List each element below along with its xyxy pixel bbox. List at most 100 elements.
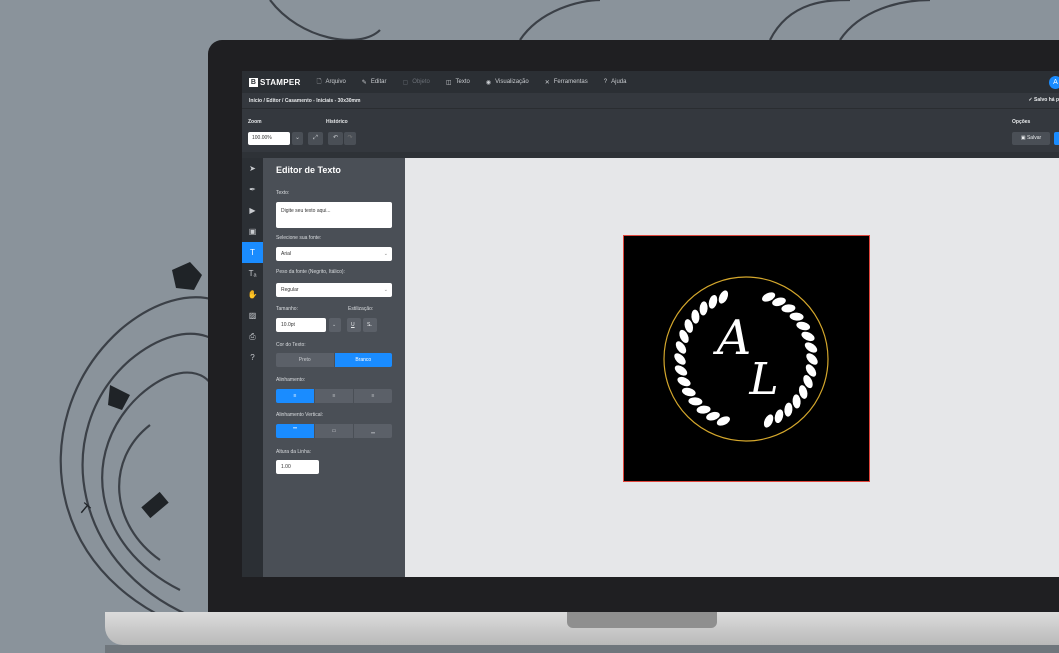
undo-button[interactable]: ↶ xyxy=(328,132,343,145)
weight-value: Regular xyxy=(281,287,299,293)
valign-label: Alinhamento Vertical: xyxy=(276,412,323,418)
color-option-preto[interactable]: Preto xyxy=(276,353,334,367)
wreath-leaf xyxy=(674,365,688,376)
design-canvas[interactable]: A L xyxy=(405,158,1059,577)
wreath-leaf xyxy=(708,294,718,309)
chevron-down-icon: ⌄ xyxy=(383,251,388,257)
pen-tool-icon[interactable]: ✒ xyxy=(242,179,263,200)
expand-icon: ⤢ xyxy=(313,135,318,141)
wreath-leaf xyxy=(688,397,703,406)
wreath-leaf xyxy=(677,376,691,387)
color-option-branco[interactable]: Branco xyxy=(333,353,392,367)
font-label: Selecione sua fonte: xyxy=(276,235,322,241)
wreath-leaf xyxy=(801,331,815,342)
tools-icon: ✕ xyxy=(544,79,550,86)
menu-item-label: Objeto xyxy=(412,79,430,85)
redo-button[interactable]: ↷ xyxy=(344,132,356,145)
frame-tool-icon[interactable]: ▣ xyxy=(242,221,263,242)
zoom-input[interactable]: 100.00% xyxy=(248,132,290,145)
wreath-leaf xyxy=(781,304,796,313)
horizontal-align-toggle: ≡ ≡ ≡ xyxy=(276,389,392,403)
align-left-icon[interactable]: ≡ xyxy=(276,389,314,403)
wreath-leaf xyxy=(806,353,818,365)
pointer-tool-icon[interactable]: ▶ xyxy=(242,200,263,221)
primary-action-button[interactable] xyxy=(1054,132,1059,145)
print-tool-icon[interactable]: ⎙ xyxy=(242,326,263,347)
help-tool-icon[interactable]: ? xyxy=(242,347,263,368)
align-center-icon[interactable]: ≡ xyxy=(314,389,353,403)
history-label: Histórico xyxy=(326,119,348,125)
zoom-label: Zoom xyxy=(248,119,262,125)
wreath-leaf xyxy=(699,301,708,316)
wreath-leaf xyxy=(774,409,784,424)
wreath-leaf xyxy=(792,394,801,409)
eye-icon: ◉ xyxy=(485,79,492,86)
chevron-down-icon: ⌄ xyxy=(332,322,337,328)
style-label: Estilização: xyxy=(348,306,374,312)
toolbar: Zoom 100.00% ⌄ ⤢ Histórico ↶ ↷ Opções ▣ … xyxy=(242,108,1059,152)
chevron-down-icon: ⌄ xyxy=(294,135,301,141)
wreath-leaf xyxy=(674,353,686,365)
text-editor-panel: Editor de Texto Texto: Digite seu texto … xyxy=(263,158,405,577)
breadcrumb: Início / Editor / Casamento - Iniciais -… xyxy=(242,93,1059,108)
menu-item-objeto[interactable]: ▢ Objeto xyxy=(403,77,430,87)
lineheight-input[interactable]: 1.00 xyxy=(276,460,319,474)
hand-tool-icon[interactable]: ✋ xyxy=(242,284,263,305)
weight-label: Peso da fonte (Negrito, Itálico): xyxy=(276,269,345,275)
align-bottom-icon[interactable]: ▁ xyxy=(353,424,392,438)
menu-item-label: Arquivo xyxy=(325,79,346,85)
save-button[interactable]: ▣ Salvar xyxy=(1012,132,1050,145)
wreath-leaf xyxy=(789,312,804,321)
wreath-leaf xyxy=(784,402,793,417)
pencil-icon: ✎ xyxy=(361,79,367,86)
wreath-leaf xyxy=(804,342,818,353)
wreath-leaf xyxy=(763,414,774,428)
menu-item-ferramentas[interactable]: ✕ Ferramentas xyxy=(545,77,588,87)
menubar: B STAMPER 🗋 Arquivo ✎ Editar ▢ Objeto ◫ Texto ◉ V… xyxy=(242,71,1059,93)
menu-item-texto[interactable]: ◫ Texto xyxy=(446,77,470,87)
fit-screen-button[interactable]: ⤢ xyxy=(308,132,323,145)
size-input[interactable]: 10.0pt xyxy=(276,318,326,332)
breadcrumb-text[interactable]: Início / Editor / Casamento - Iniciais -… xyxy=(249,98,360,104)
menu-item-visualização[interactable]: ◉ Visualização xyxy=(486,77,529,87)
font-select[interactable]: Arial ⌄ xyxy=(276,247,392,261)
size-dropdown-button[interactable]: ⌄ xyxy=(329,318,341,332)
initial-l: L xyxy=(748,354,778,405)
weight-select[interactable]: Regular ⌄ xyxy=(276,283,392,297)
initial-a: A xyxy=(713,310,752,366)
menu-item-label: Texto xyxy=(455,79,470,85)
underline-button[interactable]: U xyxy=(347,318,361,332)
select-tool-icon[interactable]: ➤ xyxy=(242,158,263,179)
help-icon: ? xyxy=(603,79,608,85)
text-style-tool-icon[interactable]: Tₐ xyxy=(242,263,263,284)
stamp-artwork[interactable]: A L xyxy=(623,235,870,482)
user-avatar[interactable]: A xyxy=(1049,76,1059,89)
text-tool-icon[interactable]: T xyxy=(242,242,263,263)
zoom-dropdown-button[interactable]: ⌄ xyxy=(292,132,303,145)
options-label: Opções xyxy=(1012,119,1031,125)
save-label: Salvar xyxy=(1026,135,1042,141)
align-right-icon[interactable]: ≡ xyxy=(353,389,392,403)
menu-item-editar[interactable]: ✎ Editar xyxy=(362,77,387,87)
size-label: Tamanho: xyxy=(276,306,298,312)
menu-item-arquivo[interactable]: 🗋 Arquivo xyxy=(317,77,346,87)
laptop-shadow xyxy=(105,645,1059,653)
text-icon: ◫ xyxy=(445,79,452,86)
lineheight-label: Altura da Linha: xyxy=(276,449,312,455)
align-middle-icon[interactable]: ▭ xyxy=(314,424,353,438)
tool-rail: ➤ ✒ ▶ ▣ T Tₐ ✋ ▨ ⎙ ? xyxy=(242,158,263,577)
menu-item-ajuda[interactable]: ? Ajuda xyxy=(604,77,627,87)
wreath-leaf xyxy=(696,405,711,414)
app-logo[interactable]: B STAMPER xyxy=(249,77,301,87)
redo-icon: ↷ xyxy=(347,135,353,141)
strikethrough-button[interactable]: S̶ xyxy=(363,318,377,332)
text-color-toggle: Preto Branco xyxy=(276,353,392,367)
image-tool-icon[interactable]: ▨ xyxy=(242,305,263,326)
undo-icon: ↶ xyxy=(332,135,339,141)
vertical-align-toggle: ▔ ▭ ▁ xyxy=(276,424,392,438)
wreath-leaf xyxy=(718,290,729,304)
text-input[interactable]: Digite seu texto aqui... xyxy=(276,202,392,228)
wreath-leaf xyxy=(691,309,700,324)
file-icon: 🗋 xyxy=(316,79,322,85)
align-top-icon[interactable]: ▔ xyxy=(276,424,314,438)
